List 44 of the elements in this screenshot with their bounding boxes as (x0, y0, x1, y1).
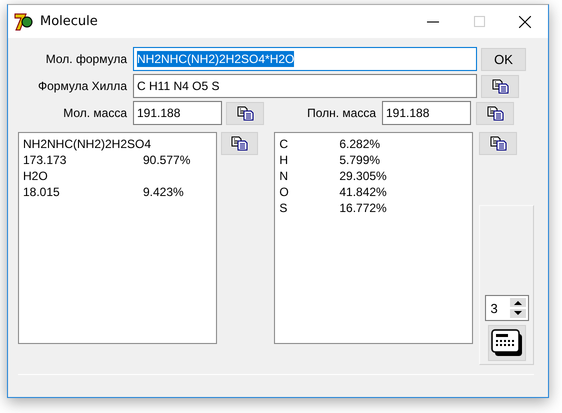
component-percent: 9.423% (143, 184, 184, 200)
ok-button[interactable]: OK (481, 48, 526, 70)
spinner-arrows-icon (510, 298, 526, 318)
element-percent: 6.282% (339, 136, 380, 152)
copy-button[interactable] (481, 74, 519, 98)
element-symbol: H (279, 152, 290, 168)
copy-button[interactable] (479, 132, 517, 155)
hill-formula-field[interactable]: C H11 N4 O5 S (133, 74, 477, 98)
minimize-icon (427, 20, 439, 22)
element-percent: 16.772% (339, 200, 387, 216)
field-label: Полн. масса (306, 106, 377, 120)
field-label: Формула Хилла (37, 79, 128, 93)
field-label: Мол. формула (44, 52, 128, 66)
component-name: NH2NHC(NH2)2H2SO4 (23, 136, 152, 152)
component-mass: 173.173 (23, 152, 68, 168)
component-percent: 90.577% (143, 152, 190, 168)
copy-icon (486, 106, 504, 120)
element-percent: 41.842% (339, 184, 387, 200)
component-name: H2O (23, 168, 48, 184)
copy-icon (492, 78, 508, 94)
element-percent: 5.799% (339, 152, 380, 168)
copy-button[interactable] (476, 102, 514, 124)
copy-button[interactable] (226, 102, 264, 124)
element-symbol: S (279, 200, 288, 216)
copy-icon (231, 136, 248, 151)
full-mass-field[interactable]: 191.188 (382, 101, 471, 125)
maximize-icon (474, 16, 484, 27)
formula-field[interactable]: NH2NHC(NH2)2H2SO4*H2O (133, 47, 477, 71)
calculator-icon (490, 329, 522, 357)
element-symbol: O (279, 184, 290, 200)
field-label: Мол. масса (62, 106, 128, 120)
element-symbol: N (279, 168, 290, 184)
calculator-button[interactable] (488, 325, 526, 361)
copy-icon (236, 106, 254, 120)
app-icon (14, 12, 34, 32)
precision-spinner[interactable]: 3 (484, 295, 528, 321)
window-title: Molecule (40, 14, 99, 29)
element-percent: 29.305% (339, 168, 387, 184)
copy-icon (490, 136, 506, 151)
mol-mass-field[interactable]: 191.188 (133, 101, 222, 125)
element-symbol: C (279, 136, 290, 152)
component-mass: 18.015 (23, 184, 61, 200)
close-icon (519, 16, 531, 28)
copy-button[interactable] (220, 132, 258, 155)
